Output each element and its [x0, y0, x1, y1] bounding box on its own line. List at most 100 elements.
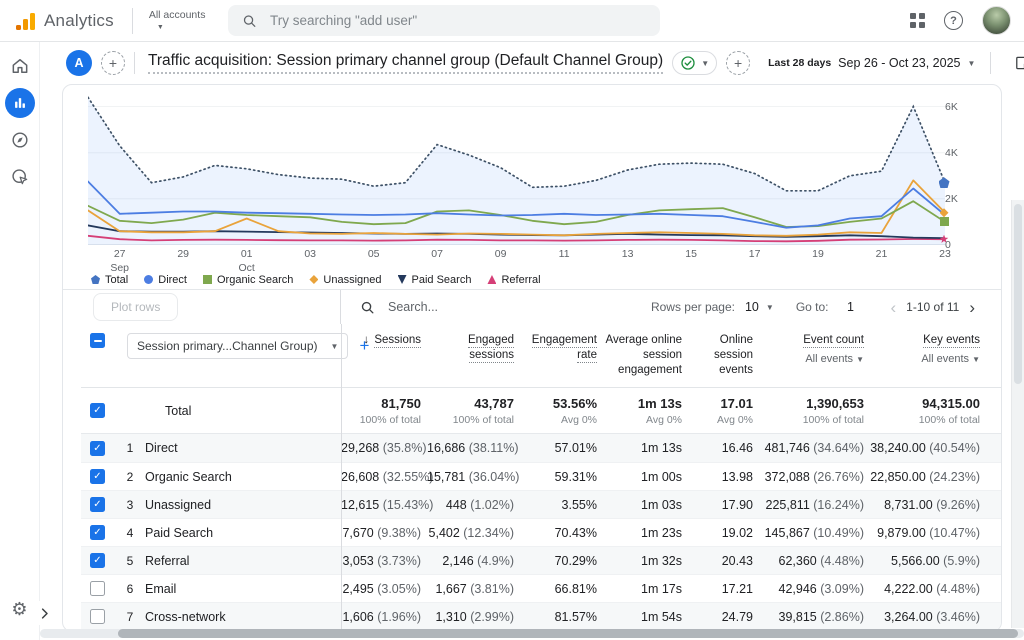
feedback-note-icon[interactable]	[1014, 54, 1024, 72]
horizontal-scrollbar[interactable]	[40, 629, 1024, 638]
help-icon[interactable]: ?	[944, 11, 963, 30]
x-axis-tick: 09	[495, 248, 507, 262]
column-header-online-session-events[interactable]: Online session events	[688, 333, 759, 379]
metric-value: 4,222.00	[884, 582, 933, 596]
metric-value: 81.57%	[555, 610, 597, 624]
account-avatar[interactable]: A	[66, 50, 92, 76]
goto-page-input[interactable]	[839, 299, 863, 315]
metric-cell: 16.46	[688, 441, 759, 455]
row-checkbox-checked[interactable]: ✓	[90, 441, 105, 456]
chevron-down-icon: ▼	[856, 355, 864, 364]
dimension-dropdown[interactable]: Session primary...Channel Group)▼	[127, 333, 348, 359]
app-shell: ⚙ A + Traffic acquisition: Session prima…	[0, 42, 1024, 640]
vertical-scrollbar-thumb[interactable]	[1014, 204, 1022, 384]
column-filter-event-count[interactable]: All events ▼	[759, 352, 864, 367]
metric-value: 9,879.00	[877, 526, 926, 540]
sidebar-item-reports[interactable]	[5, 88, 35, 118]
global-search[interactable]	[228, 5, 660, 36]
metric-cell: 38,240.00 (40.54%)	[870, 441, 986, 455]
user-avatar[interactable]	[982, 6, 1011, 35]
metric-cell: 448 (1.02%)	[427, 498, 520, 512]
next-page-button[interactable]: ›	[963, 299, 981, 316]
global-search-input[interactable]	[268, 12, 646, 29]
metric-cell: 1m 13s	[603, 441, 688, 455]
metric-value: 39,815	[779, 610, 817, 624]
table-row-organic-search: ✓2Organic Search26,608 (32.55%)15,781 (3…	[81, 462, 1001, 490]
x-axis-tick: 17	[749, 248, 761, 262]
row-checkbox-unchecked[interactable]	[90, 581, 105, 596]
metric-cell: 9,879.00 (10.47%)	[870, 526, 986, 540]
date-range-value: Sep 26 - Oct 23, 2025	[838, 56, 960, 70]
total-metric-value: 53.56%	[520, 396, 597, 411]
add-comparison-button[interactable]: +	[101, 51, 125, 75]
select-all-checkbox[interactable]	[90, 333, 105, 348]
x-tick-label: 23	[939, 248, 951, 262]
metric-percent: (1.96%)	[374, 610, 421, 624]
table-total-row: ✓Total81,750100% of total43,787100% of t…	[81, 388, 1001, 434]
column-header-sessions[interactable]: ↓ Sessions	[341, 333, 427, 348]
sort-desc-icon: ↓	[363, 334, 372, 346]
table-search[interactable]	[360, 299, 526, 315]
metric-percent: (34.64%)	[810, 441, 864, 455]
sidebar-expand-button[interactable]	[37, 601, 57, 625]
metric-value: 1m 23s	[641, 526, 682, 540]
row-number: 1	[115, 441, 145, 455]
sidebar-item-advertising[interactable]	[5, 162, 35, 192]
column-header-event-count[interactable]: Event countAll events ▼	[759, 333, 870, 367]
sidebar-item-home[interactable]	[5, 51, 35, 81]
column-filter-key-events[interactable]: All events ▼	[870, 352, 980, 367]
column-header-engaged-sessions[interactable]: Engaged sessions	[427, 333, 520, 363]
chevron-down-icon: ▼	[766, 303, 774, 312]
metric-value: 1,310	[435, 610, 466, 624]
report-header: A + Traffic acquisition: Session primary…	[40, 42, 1024, 84]
metric-value: 3.55%	[562, 498, 597, 512]
admin-gear-icon[interactable]: ⚙	[11, 599, 27, 620]
vertical-scrollbar[interactable]	[1011, 200, 1024, 628]
row-checkbox-checked[interactable]: ✓	[90, 497, 105, 512]
x-axis-tick: 07	[431, 248, 443, 262]
metric-value: 1m 03s	[641, 498, 682, 512]
column-header-average-online-session-engagement[interactable]: Average online session engagement	[603, 333, 688, 379]
metric-cell: 1m 17s	[603, 582, 688, 596]
metric-value: 16.46	[722, 441, 753, 455]
header-divider	[134, 52, 135, 74]
metric-cell: 4,222.00 (4.48%)	[870, 582, 986, 596]
x-tick-label: 11	[559, 248, 570, 262]
column-header-key-events[interactable]: Key eventsAll events ▼	[870, 333, 986, 367]
row-checkbox-checked[interactable]: ✓	[90, 553, 105, 568]
x-axis-tick: 01Oct	[239, 248, 255, 275]
horizontal-scrollbar-thumb[interactable]	[118, 629, 1018, 638]
column-header-engagement-rate[interactable]: Engagement rate	[520, 333, 603, 363]
row-number: 3	[115, 498, 145, 512]
metric-value: 8,731.00	[884, 498, 933, 512]
metric-value: 62,360	[779, 554, 817, 568]
row-checkbox-unchecked[interactable]	[90, 609, 105, 624]
row-checkbox-checked[interactable]: ✓	[90, 469, 105, 484]
report-status-dropdown[interactable]: ▼	[672, 51, 717, 75]
prev-page-button: ‹	[885, 299, 903, 316]
metric-value: 12,615	[341, 498, 379, 512]
add-report-button[interactable]: +	[726, 51, 750, 75]
metric-cell: 66.81%	[520, 582, 603, 596]
report-title[interactable]: Traffic acquisition: Session primary cha…	[148, 52, 663, 74]
metric-cell: 17.90	[688, 498, 759, 512]
apps-grid-icon[interactable]	[910, 13, 925, 28]
date-range-picker[interactable]: Last 28 days Sep 26 - Oct 23, 2025 ▼	[768, 56, 975, 70]
rows-per-page-select[interactable]: 10▼	[745, 300, 774, 314]
pagination-range: 1-10 of 11	[906, 300, 959, 314]
x-tick-label: 13	[622, 248, 634, 262]
home-icon	[10, 56, 30, 76]
account-switcher[interactable]: All accounts ▼	[149, 10, 206, 31]
metric-value: 1m 13s	[641, 441, 682, 455]
table-search-input[interactable]	[386, 299, 526, 315]
total-metric-value: 17.01	[688, 396, 753, 411]
total-metric-subtext: 100% of total	[341, 414, 421, 426]
row-checkbox-checked[interactable]: ✓	[90, 403, 105, 418]
legend-item-organic-search: Organic Search	[203, 274, 293, 286]
row-checkbox-checked[interactable]: ✓	[90, 525, 105, 540]
traffic-chart-svg	[88, 95, 945, 245]
row-checkbox-cell: ✓	[81, 469, 115, 484]
sidebar-item-explore[interactable]	[5, 125, 35, 155]
metric-value: 1m 17s	[641, 582, 682, 596]
x-tick-label: 17	[749, 248, 761, 262]
